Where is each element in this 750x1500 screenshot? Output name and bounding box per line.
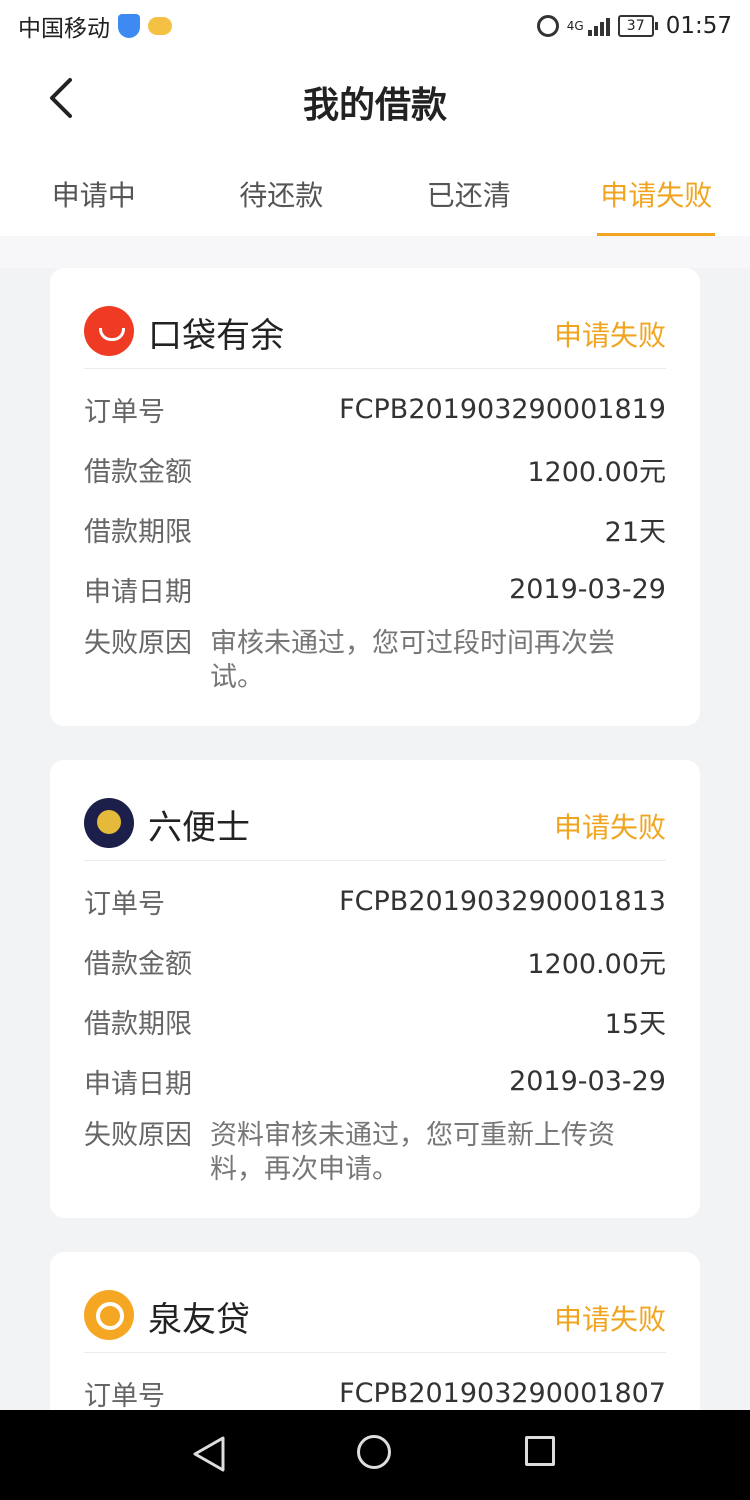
order-row: 订单号 FCPB201903290001819 xyxy=(84,379,666,439)
date-label: 申请日期 xyxy=(84,1068,192,1100)
triangle-back-icon[interactable] xyxy=(191,1434,227,1474)
tab-label: 申请失败 xyxy=(600,179,713,212)
status-bar: 中国移动 4G 37 01:57 xyxy=(0,0,750,52)
status-badge: 申请失败 xyxy=(553,811,666,844)
lender-name: 口袋有余 xyxy=(148,316,284,356)
reason-label: 失败原因 xyxy=(84,1120,192,1151)
tab-failed[interactable]: 申请失败 xyxy=(563,144,750,236)
network-type: 4G xyxy=(566,19,584,33)
date-row: 申请日期 2019-03-29 xyxy=(84,1051,666,1111)
shield-icon xyxy=(118,14,140,38)
date-value: 2019-03-29 xyxy=(509,1065,666,1097)
reason-value: 资料审核未通过，您可重新上传资料，再次申请。 xyxy=(210,1120,615,1185)
tab-bar: 申请中 待还款 已还清 申请失败 xyxy=(0,144,750,236)
tab-to-repay[interactable]: 待还款 xyxy=(188,144,376,236)
reason-row: 失败原因 审核未通过，您可过段时间再次尝试。 xyxy=(84,627,666,695)
card-header: 口袋有余 申请失败 xyxy=(84,268,666,369)
tab-applying[interactable]: 申请中 xyxy=(0,144,188,236)
amount-value: 1200.00元 xyxy=(527,456,666,488)
tab-label: 已还清 xyxy=(426,179,511,212)
date-label: 申请日期 xyxy=(84,576,192,608)
order-label: 订单号 xyxy=(84,888,165,920)
amount-label: 借款金额 xyxy=(84,948,192,980)
card-header: 泉友贷 申请失败 xyxy=(84,1252,666,1353)
term-row: 借款期限 15天 xyxy=(84,991,666,1051)
term-row: 借款期限 21天 xyxy=(84,499,666,559)
order-value: FCPB201903290001819 xyxy=(339,393,666,425)
lender-name: 六便士 xyxy=(148,808,250,848)
amount-row: 借款金额 1200.00元 xyxy=(84,439,666,499)
tab-label: 申请中 xyxy=(51,179,136,212)
order-label: 订单号 xyxy=(84,396,165,428)
battery-icon: 37 xyxy=(617,15,658,37)
lender-logo-icon xyxy=(84,1290,134,1340)
tab-label: 待还款 xyxy=(239,179,324,212)
card-header: 六便士 申请失败 xyxy=(84,760,666,861)
term-value: 15天 xyxy=(604,1008,666,1040)
reason-value: 审核未通过，您可过段时间再次尝试。 xyxy=(210,628,615,693)
status-badge: 申请失败 xyxy=(553,1303,666,1336)
loan-card[interactable]: 六便士 申请失败 订单号 FCPB201903290001813 借款金额 12… xyxy=(50,760,700,1218)
order-value: FCPB201903290001813 xyxy=(339,885,666,917)
cloud-icon xyxy=(148,17,172,35)
status-badge: 申请失败 xyxy=(553,319,666,352)
term-value: 21天 xyxy=(604,516,666,548)
amount-value: 1200.00元 xyxy=(527,948,666,980)
reason-label: 失败原因 xyxy=(84,628,192,659)
clock: 01:57 xyxy=(665,13,732,39)
order-label: 订单号 xyxy=(84,1380,165,1412)
reason-row: 失败原因 资料审核未通过，您可重新上传资料，再次申请。 xyxy=(84,1119,666,1187)
tab-divider xyxy=(0,236,750,268)
status-right: 4G 37 01:57 xyxy=(536,13,732,39)
amount-label: 借款金额 xyxy=(84,456,192,488)
status-left: 中国移动 xyxy=(18,9,172,43)
loan-card[interactable]: 口袋有余 申请失败 订单号 FCPB201903290001819 借款金额 1… xyxy=(50,268,700,726)
system-nav-bar xyxy=(0,1410,750,1500)
date-row: 申请日期 2019-03-29 xyxy=(84,559,666,619)
nav-bar: 我的借款 xyxy=(0,52,750,144)
order-row: 订单号 FCPB201903290001813 xyxy=(84,871,666,931)
lender-name: 泉友贷 xyxy=(148,1300,250,1340)
battery-level: 37 xyxy=(617,15,654,37)
tab-paid-off[interactable]: 已还清 xyxy=(375,144,563,236)
signal-icon xyxy=(587,16,610,36)
lender-logo-icon xyxy=(84,306,134,356)
carrier-name: 中国移动 xyxy=(18,16,110,42)
date-value: 2019-03-29 xyxy=(509,573,666,605)
page-title: 我的借款 xyxy=(302,85,447,126)
lender-logo-icon xyxy=(84,798,134,848)
order-value: FCPB201903290001807 xyxy=(339,1377,666,1409)
term-label: 借款期限 xyxy=(84,1008,192,1040)
amount-row: 借款金额 1200.00元 xyxy=(84,931,666,991)
square-recent-icon[interactable] xyxy=(525,1436,555,1466)
alarm-icon xyxy=(536,15,559,37)
circle-home-icon[interactable] xyxy=(357,1435,391,1469)
term-label: 借款期限 xyxy=(84,516,192,548)
